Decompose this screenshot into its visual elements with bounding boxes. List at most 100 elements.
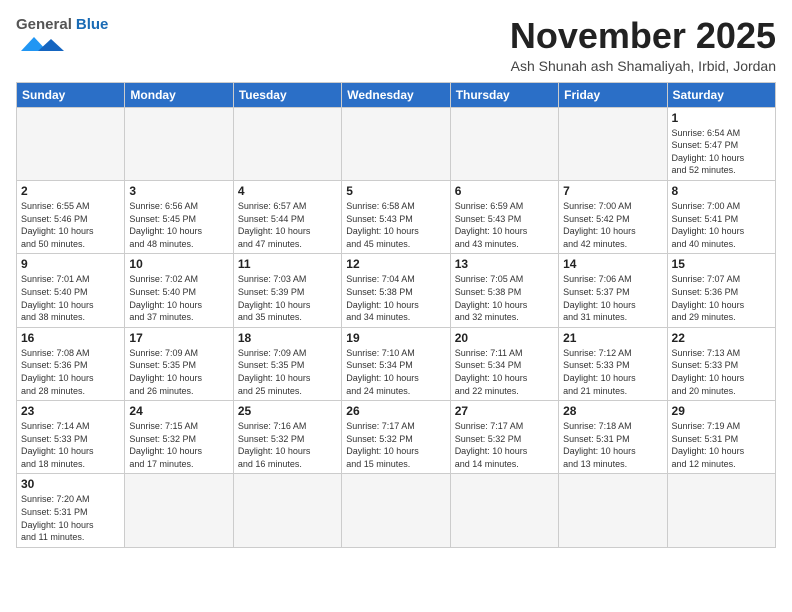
calendar-cell: 19 Sunrise: 7:10 AM Sunset: 5:34 PM Dayli… (342, 327, 450, 400)
calendar-cell (233, 474, 341, 547)
day-number: 13 (455, 257, 554, 271)
day-number: 23 (21, 404, 120, 418)
day-info: Sunrise: 7:03 AM Sunset: 5:39 PM Dayligh… (238, 273, 337, 323)
calendar-cell (667, 474, 775, 547)
weekday-header-monday: Monday (125, 82, 233, 107)
day-info: Sunrise: 6:56 AM Sunset: 5:45 PM Dayligh… (129, 200, 228, 250)
calendar-cell: 2 Sunrise: 6:55 AM Sunset: 5:46 PM Daylig… (17, 180, 125, 253)
calendar-cell: 30 Sunrise: 7:20 AM Sunset: 5:31 PM Dayli… (17, 474, 125, 547)
calendar-row-4: 23 Sunrise: 7:14 AM Sunset: 5:33 PM Dayli… (17, 401, 776, 474)
day-number: 11 (238, 257, 337, 271)
day-info: Sunrise: 6:55 AM Sunset: 5:46 PM Dayligh… (21, 200, 120, 250)
day-info: Sunrise: 7:05 AM Sunset: 5:38 PM Dayligh… (455, 273, 554, 323)
weekday-header-friday: Friday (559, 82, 667, 107)
calendar-cell: 26Sunrise: 7:17 AM Sunset: 5:32 PM Dayli… (342, 401, 450, 474)
logo: General Blue (16, 16, 108, 60)
day-number: 3 (129, 184, 228, 198)
day-info: Sunrise: 7:11 AM Sunset: 5:34 PM Dayligh… (455, 347, 554, 397)
subtitle: Ash Shunah ash Shamaliyah, Irbid, Jordan (510, 58, 776, 74)
calendar-cell: 6Sunrise: 6:59 AM Sunset: 5:43 PM Daylig… (450, 180, 558, 253)
calendar-cell: 13 Sunrise: 7:05 AM Sunset: 5:38 PM Dayli… (450, 254, 558, 327)
calendar-cell: 17Sunrise: 7:09 AM Sunset: 5:35 PM Dayli… (125, 327, 233, 400)
calendar-row-3: 16 Sunrise: 7:08 AM Sunset: 5:36 PM Dayli… (17, 327, 776, 400)
day-info: Sunrise: 7:12 AM Sunset: 5:33 PM Dayligh… (563, 347, 662, 397)
calendar-cell (342, 474, 450, 547)
day-info: Sunrise: 7:00 AM Sunset: 5:42 PM Dayligh… (563, 200, 662, 250)
day-info: Sunrise: 6:54 AM Sunset: 5:47 PM Dayligh… (672, 127, 771, 177)
calendar-cell: 29 Sunrise: 7:19 AM Sunset: 5:31 PM Dayli… (667, 401, 775, 474)
calendar-cell: 23 Sunrise: 7:14 AM Sunset: 5:33 PM Dayli… (17, 401, 125, 474)
day-info: Sunrise: 7:07 AM Sunset: 5:36 PM Dayligh… (672, 273, 771, 323)
calendar-cell (450, 474, 558, 547)
calendar-cell: 25 Sunrise: 7:16 AM Sunset: 5:32 PM Dayli… (233, 401, 341, 474)
calendar-cell: 3 Sunrise: 6:56 AM Sunset: 5:45 PM Daylig… (125, 180, 233, 253)
title-area: November 2025 Ash Shunah ash Shamaliyah,… (510, 16, 776, 74)
day-number: 8 (672, 184, 771, 198)
day-info: Sunrise: 7:08 AM Sunset: 5:36 PM Dayligh… (21, 347, 120, 397)
calendar-cell: 16 Sunrise: 7:08 AM Sunset: 5:36 PM Dayli… (17, 327, 125, 400)
calendar-cell (342, 107, 450, 180)
day-number: 30 (21, 477, 120, 491)
day-number: 1 (672, 111, 771, 125)
weekday-header-sunday: Sunday (17, 82, 125, 107)
day-number: 10 (129, 257, 228, 271)
calendar-cell (559, 474, 667, 547)
day-number: 21 (563, 331, 662, 345)
day-number: 19 (346, 331, 445, 345)
day-number: 25 (238, 404, 337, 418)
weekday-header-tuesday: Tuesday (233, 82, 341, 107)
logo-general-text: General (16, 16, 72, 33)
day-number: 12 (346, 257, 445, 271)
day-number: 22 (672, 331, 771, 345)
calendar-cell (559, 107, 667, 180)
day-info: Sunrise: 7:02 AM Sunset: 5:40 PM Dayligh… (129, 273, 228, 323)
calendar-cell: 15Sunrise: 7:07 AM Sunset: 5:36 PM Dayli… (667, 254, 775, 327)
calendar-cell: 4Sunrise: 6:57 AM Sunset: 5:44 PM Daylig… (233, 180, 341, 253)
weekday-header-saturday: Saturday (667, 82, 775, 107)
calendar-cell: 14Sunrise: 7:06 AM Sunset: 5:37 PM Dayli… (559, 254, 667, 327)
weekday-header-row: SundayMondayTuesdayWednesdayThursdayFrid… (17, 82, 776, 107)
day-info: Sunrise: 7:13 AM Sunset: 5:33 PM Dayligh… (672, 347, 771, 397)
day-info: Sunrise: 7:19 AM Sunset: 5:31 PM Dayligh… (672, 420, 771, 470)
calendar: SundayMondayTuesdayWednesdayThursdayFrid… (16, 82, 776, 548)
day-info: Sunrise: 6:57 AM Sunset: 5:44 PM Dayligh… (238, 200, 337, 250)
day-info: Sunrise: 7:10 AM Sunset: 5:34 PM Dayligh… (346, 347, 445, 397)
day-info: Sunrise: 7:16 AM Sunset: 5:32 PM Dayligh… (238, 420, 337, 470)
day-info: Sunrise: 7:20 AM Sunset: 5:31 PM Dayligh… (21, 493, 120, 543)
calendar-cell (125, 107, 233, 180)
calendar-cell (233, 107, 341, 180)
calendar-cell: 8Sunrise: 7:00 AM Sunset: 5:41 PM Daylig… (667, 180, 775, 253)
calendar-row-5: 30 Sunrise: 7:20 AM Sunset: 5:31 PM Dayli… (17, 474, 776, 547)
day-number: 20 (455, 331, 554, 345)
calendar-cell: 18Sunrise: 7:09 AM Sunset: 5:35 PM Dayli… (233, 327, 341, 400)
calendar-cell: 24 Sunrise: 7:15 AM Sunset: 5:32 PM Dayli… (125, 401, 233, 474)
day-info: Sunrise: 7:17 AM Sunset: 5:32 PM Dayligh… (346, 420, 445, 470)
calendar-cell: 10 Sunrise: 7:02 AM Sunset: 5:40 PM Dayli… (125, 254, 233, 327)
day-number: 27 (455, 404, 554, 418)
month-title: November 2025 (510, 16, 776, 56)
day-info: Sunrise: 7:14 AM Sunset: 5:33 PM Dayligh… (21, 420, 120, 470)
header: General Blue November 2025 Ash Shunah as… (16, 16, 776, 74)
day-number: 16 (21, 331, 120, 345)
day-number: 9 (21, 257, 120, 271)
day-number: 17 (129, 331, 228, 345)
day-number: 2 (21, 184, 120, 198)
day-info: Sunrise: 7:15 AM Sunset: 5:32 PM Dayligh… (129, 420, 228, 470)
day-number: 5 (346, 184, 445, 198)
calendar-cell: 22 Sunrise: 7:13 AM Sunset: 5:33 PM Dayli… (667, 327, 775, 400)
weekday-header-thursday: Thursday (450, 82, 558, 107)
calendar-cell (450, 107, 558, 180)
day-info: Sunrise: 7:17 AM Sunset: 5:32 PM Dayligh… (455, 420, 554, 470)
logo-blue-text: Blue (76, 16, 109, 33)
day-number: 24 (129, 404, 228, 418)
day-number: 7 (563, 184, 662, 198)
calendar-cell (125, 474, 233, 547)
day-number: 29 (672, 404, 771, 418)
day-number: 28 (563, 404, 662, 418)
day-info: Sunrise: 7:18 AM Sunset: 5:31 PM Dayligh… (563, 420, 662, 470)
day-info: Sunrise: 7:09 AM Sunset: 5:35 PM Dayligh… (238, 347, 337, 397)
calendar-cell: 5Sunrise: 6:58 AM Sunset: 5:43 PM Daylig… (342, 180, 450, 253)
logo-icon (16, 33, 71, 55)
day-info: Sunrise: 7:06 AM Sunset: 5:37 PM Dayligh… (563, 273, 662, 323)
day-info: Sunrise: 7:04 AM Sunset: 5:38 PM Dayligh… (346, 273, 445, 323)
